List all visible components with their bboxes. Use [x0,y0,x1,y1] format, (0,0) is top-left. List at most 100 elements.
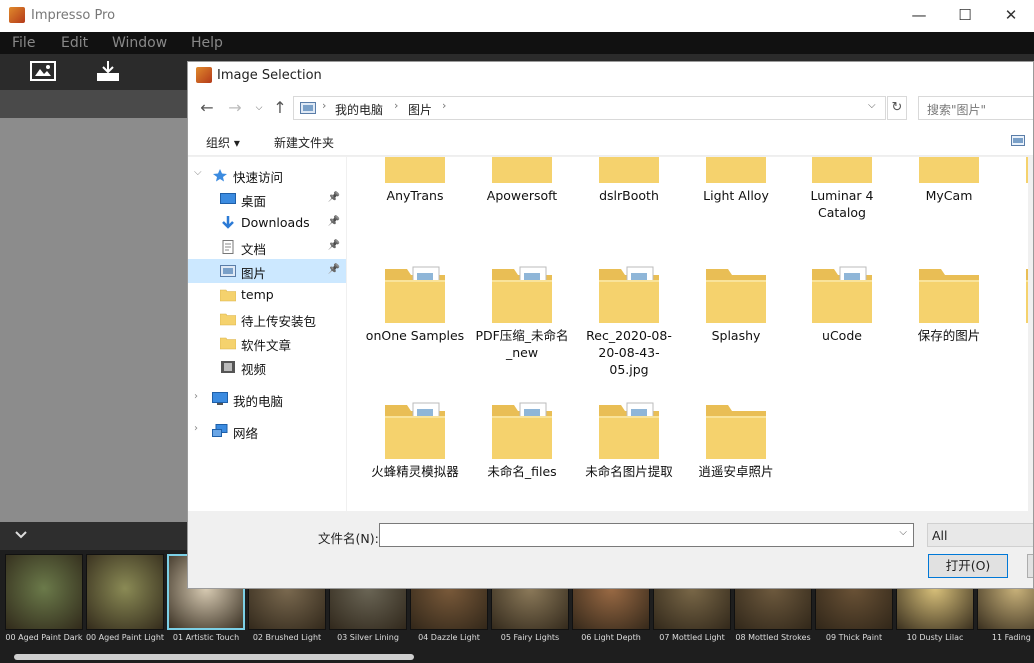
open-button[interactable]: 打开(O) [928,554,1008,578]
nav-item-10[interactable]: › 网络 [188,419,346,443]
download-arrow-icon [220,216,236,230]
navigation-bar: ← → ⌵ ↑ › 我的电脑 › 图片 › ⌵ ↻ 搜索"图片" [188,92,1033,126]
filename-input[interactable]: ⌵ [379,523,914,547]
back-arrow-icon[interactable]: ← [198,99,216,117]
menu-window[interactable]: Window [112,35,167,51]
forward-arrow-icon[interactable]: → [226,99,244,117]
file-tile[interactable]: 保存的图片 [899,263,999,399]
collapse-chevron-icon[interactable]: › [194,391,198,402]
maximize-button[interactable]: ☐ [942,0,988,32]
file-tile[interactable]: 未命名图片提取 [579,399,679,511]
folder-icon [597,401,661,461]
video-icon [220,360,236,374]
nav-item-label: 文档 [241,242,267,257]
file-tile[interactable]: 逍遥安卓照片 [686,399,786,511]
preset-label: 06 Light Depth [581,633,641,642]
open-image-icon[interactable] [29,59,57,83]
preset-scrollbar[interactable] [14,654,414,660]
refresh-icon[interactable]: ↻ [887,96,907,120]
file-name: 未命名_files [487,464,557,479]
close-button[interactable]: ✕ [988,0,1034,32]
file-tile[interactable]: Apowersoft [472,157,572,259]
folder-icon [704,401,768,461]
file-tile[interactable]: uCode [792,263,892,399]
file-tile[interactable]: 未命名_files [472,399,572,511]
file-name: Splashy [711,328,761,343]
nav-item-9[interactable]: › 我的电脑 [188,387,346,411]
file-name: dslrBooth [599,188,659,203]
nav-item-label: 待上传安装包 [241,314,317,329]
recent-locations-chevron-icon[interactable]: ⌵ [250,99,268,117]
preset-label: 00 Aged Paint Light [85,633,165,642]
folder-icon [490,401,554,461]
preset-thumbnail[interactable] [86,554,164,630]
new-folder-button[interactable]: 新建文件夹 [274,134,334,151]
nav-item-4[interactable]: 图片 📌 [188,259,346,283]
breadcrumb-chevron-icon: › [442,99,447,112]
view-options-icon[interactable] [1011,135,1025,146]
nav-item-1[interactable]: 桌面 📌 [188,187,346,211]
dialog-title: Image Selection [217,68,322,83]
nav-item-label: 图片 [241,266,267,281]
up-arrow-icon[interactable]: ↑ [271,99,289,117]
folder-icon [704,157,768,185]
minimize-button[interactable]: — [896,0,942,32]
file-tile[interactable]: Rec_2020-08-20-08-43-05.jpg [579,263,679,399]
organize-button[interactable]: 组织 ▾ [206,134,240,151]
folder-icon [917,265,981,325]
command-bar: 组织 ▾ 新建文件夹 [188,126,1033,156]
file-tile[interactable]: Splashy [686,263,786,399]
file-tile[interactable]: Light Alloy [686,157,786,259]
expand-chevron-icon[interactable]: ⌵ [194,167,202,178]
search-input[interactable]: 搜索"图片" [918,96,1033,120]
address-bar[interactable]: › 我的电脑 › 图片 › ⌵ [293,96,886,120]
network-icon [212,424,228,438]
breadcrumb-my-computer[interactable]: 我的电脑 [335,101,383,118]
menu-file[interactable]: File [12,35,35,51]
file-name: Apowersoft [486,188,558,203]
file-tile[interactable]: AnyTrans [365,157,465,259]
nav-item-5[interactable]: temp [188,283,346,307]
nav-item-7[interactable]: 软件文章 [188,331,346,355]
dialog-footer: 文件名(N): ⌵ All 打开(O) [188,511,1033,588]
file-list-scrollbar[interactable] [1028,157,1033,511]
nav-item-8[interactable]: 视频 [188,355,346,379]
save-download-icon[interactable] [94,59,122,83]
file-tile[interactable]: MyCam [899,157,999,259]
navigation-pane: ⌵ 快速访问 桌面 📌 Downloads 📌 文档 📌 图片 📌 temp 待上传安装包 软件文章 视频… [188,157,346,511]
menu-edit[interactable]: Edit [61,35,88,51]
folder-icon [810,157,874,185]
file-tile[interactable]: onOne Samples [365,263,465,399]
file-name: Rec_2020-08-20-08-43-05.jpg [586,328,672,377]
folder-icon [490,265,554,325]
nav-item-label: 软件文章 [241,338,292,353]
chevron-down-icon[interactable] [14,530,28,540]
file-type-filter[interactable]: All [927,523,1033,547]
nav-item-3[interactable]: 文档 📌 [188,235,346,259]
preset-thumbnail[interactable] [5,554,83,630]
preset-label: 02 Brushed Light [252,633,322,642]
preset-label: 03 Silver Lining [337,633,399,642]
filename-dropdown-icon[interactable]: ⌵ [899,527,907,538]
nav-item-0[interactable]: ⌵ 快速访问 [188,163,346,187]
nav-item-label: 网络 [233,426,259,441]
preset-label: 10 Dusty Lilac [906,633,964,642]
folder-icon [810,265,874,325]
file-tile[interactable]: PDF压缩_未命名_new [472,263,572,399]
cancel-button[interactable] [1027,554,1033,578]
breadcrumb-pictures[interactable]: 图片 [408,101,432,118]
file-name: onOne Samples [365,328,465,343]
collapse-chevron-icon[interactable]: › [194,423,198,434]
nav-item-2[interactable]: Downloads 📌 [188,211,346,235]
preset-label: 11 Fading Li [991,633,1034,642]
address-dropdown-icon[interactable]: ⌵ [868,100,876,111]
star-icon [212,168,228,182]
file-tile[interactable]: Luminar 4 Catalog [792,157,892,259]
file-tile[interactable]: dslrBooth [579,157,679,259]
file-tile[interactable]: 火蜂精灵模拟器 [365,399,465,511]
menu-help[interactable]: Help [191,35,223,51]
pin-icon: 📌 [327,192,340,203]
nav-item-6[interactable]: 待上传安装包 [188,307,346,331]
nav-item-label: 我的电脑 [233,394,284,409]
preset-label: 00 Aged Paint Dark [5,633,83,642]
